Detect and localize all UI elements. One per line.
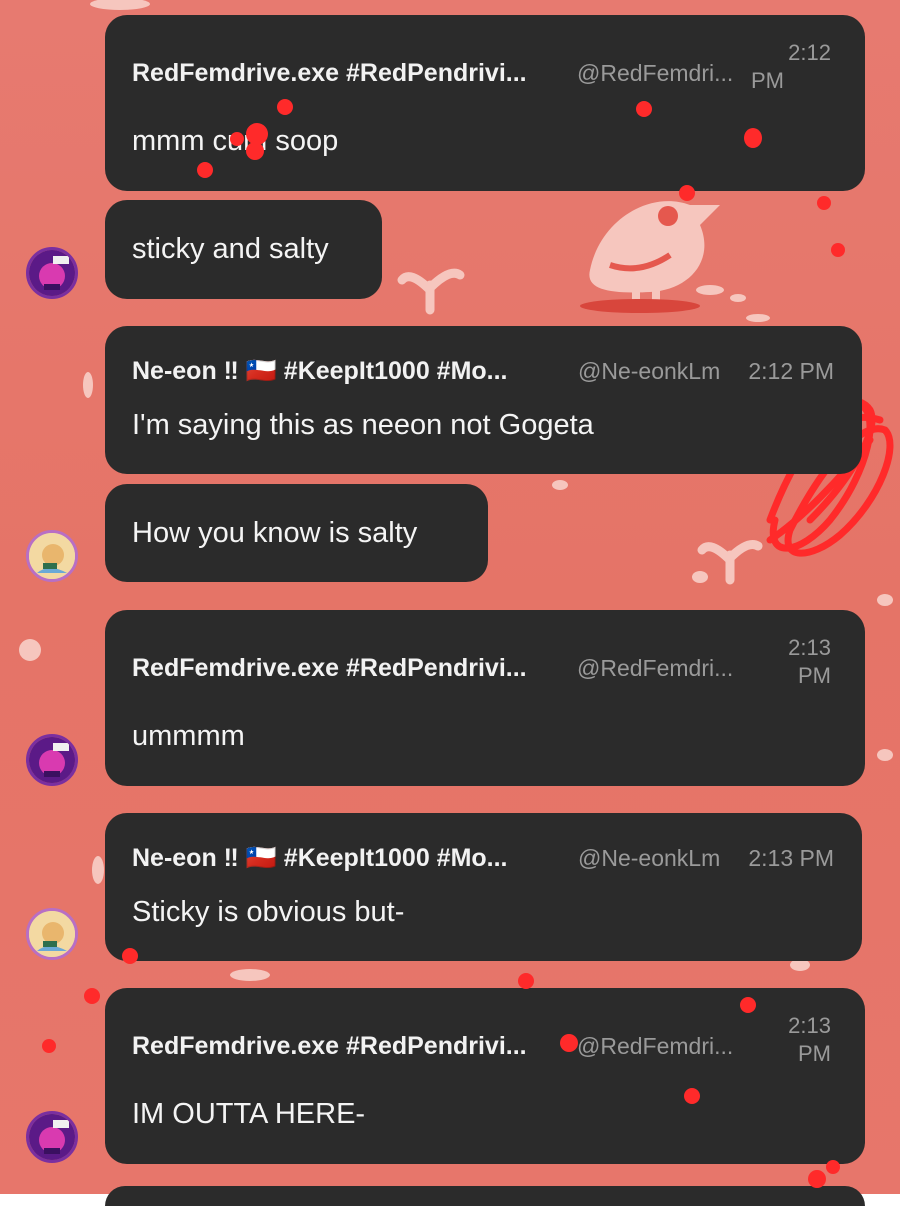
message-header: Ne-eon ‼ 🇨🇱 #KeepIt1000 #Mo... @Ne-eonkL… — [132, 842, 834, 882]
red-dot-drawing — [808, 1170, 826, 1188]
red-dot-drawing — [518, 973, 534, 989]
user-avatar[interactable] — [26, 1111, 78, 1163]
message-header: RedFemdrive.exe #RedPendrivi... @RedFemd… — [132, 635, 835, 692]
red-dot-drawing — [744, 128, 762, 148]
red-dot-drawing — [831, 243, 845, 257]
user-handle: @RedFemdri... — [577, 655, 734, 681]
message-text: sticky and salty — [132, 233, 329, 265]
red-dot-drawing — [740, 997, 756, 1013]
bird-eye-icon — [658, 206, 678, 226]
red-dot-drawing — [230, 132, 244, 146]
red-dot-drawing — [817, 196, 831, 210]
message-bubble[interactable]: sticky and salty — [105, 200, 382, 299]
avatar-icon — [29, 911, 75, 957]
user-handle: @Ne-eonkLm — [578, 358, 721, 384]
message-header: RedFemdrive.exe #RedPendrivi... @RedFemd… — [132, 40, 835, 97]
message-text: ummmm — [132, 720, 245, 752]
red-dot-drawing — [122, 948, 138, 964]
username[interactable]: RedFemdrive.exe #RedPendrivi... — [132, 652, 527, 684]
message-bubble[interactable]: Ne-eon ‼ 🇨🇱 #KeepIt1000 #Mo... @Ne-eonkL… — [105, 326, 862, 474]
red-dot-drawing — [84, 988, 100, 1004]
avatar-icon — [29, 533, 75, 579]
red-dot-drawing — [277, 99, 293, 115]
avatar-icon — [29, 250, 75, 296]
username[interactable]: RedFemdrive.exe #RedPendrivi... — [132, 1030, 527, 1062]
timestamp: 2:13 PM — [788, 1013, 831, 1066]
user-handle: @Ne-eonkLm — [578, 845, 721, 871]
timestamp: 2:13 PM — [748, 845, 834, 871]
message-text: Sticky is obvious but- — [132, 896, 405, 928]
message-text: How you know is salty — [132, 517, 418, 549]
timestamp: 2:12 PM — [751, 40, 831, 93]
message-header: RedFemdrive.exe #RedPendrivi... @RedFemd… — [132, 1013, 835, 1070]
red-dot-drawing — [197, 162, 213, 178]
red-dot-drawing — [246, 142, 264, 160]
user-handle: @RedFemdri... — [577, 60, 734, 86]
red-dot-drawing — [679, 185, 695, 201]
red-dot-drawing — [826, 1160, 840, 1174]
timestamp: 2:13 PM — [788, 635, 831, 688]
message-bubble[interactable]: How you know is salty — [105, 484, 488, 582]
username[interactable]: Ne-eon ‼ 🇨🇱 #KeepIt1000 #Mo... — [132, 842, 508, 874]
username[interactable]: Ne-eon ‼ 🇨🇱 #KeepIt1000 #Mo... — [132, 355, 508, 387]
timestamp: 2:12 PM — [748, 358, 834, 384]
message-text: IM OUTTA HERE- — [132, 1098, 366, 1130]
message-bubble-partial[interactable] — [105, 1186, 865, 1206]
message-header: Ne-eon ‼ 🇨🇱 #KeepIt1000 #Mo... @Ne-eonkL… — [132, 355, 834, 395]
message-bubble[interactable]: Ne-eon ‼ 🇨🇱 #KeepIt1000 #Mo... @Ne-eonkL… — [105, 813, 862, 961]
username[interactable]: RedFemdrive.exe #RedPendrivi... — [132, 57, 527, 89]
red-dot-drawing — [560, 1034, 578, 1052]
red-dot-drawing — [636, 101, 652, 117]
red-dot-drawing — [42, 1039, 56, 1053]
red-dot-drawing — [684, 1088, 700, 1104]
message-bubble[interactable]: RedFemdrive.exe #RedPendrivi... @RedFemd… — [105, 610, 865, 786]
user-avatar[interactable] — [26, 247, 78, 299]
avatar-icon — [29, 737, 75, 783]
user-avatar[interactable] — [26, 908, 78, 960]
user-avatar[interactable] — [26, 530, 78, 582]
user-avatar[interactable] — [26, 734, 78, 786]
user-handle: @RedFemdri... — [577, 1033, 734, 1059]
message-bubble[interactable]: RedFemdrive.exe #RedPendrivi... @RedFemd… — [105, 15, 865, 191]
avatar-icon — [29, 1114, 75, 1160]
message-text: I'm saying this as neeon not Gogeta — [132, 409, 594, 441]
message-bubble[interactable]: RedFemdrive.exe #RedPendrivi... @RedFemd… — [105, 988, 865, 1164]
